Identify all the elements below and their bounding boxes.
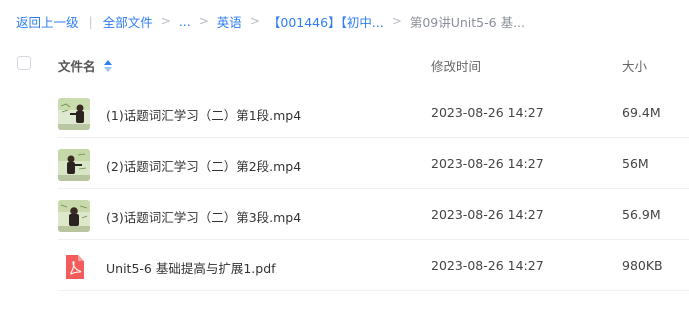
file-modified-time: 2023-08-26 14:27 (431, 207, 544, 222)
table-row[interactable]: Unit5-6 基础提高与扩展1.pdf 2023-08-26 14:27 98… (58, 241, 689, 291)
file-modified-time: 2023-08-26 14:27 (431, 105, 544, 120)
column-header-name[interactable]: 文件名 (58, 56, 112, 75)
back-link[interactable]: 返回上一级 (16, 12, 79, 31)
column-name-label: 文件名 (58, 59, 96, 74)
breadcrumb-current: 第09讲Unit5-6 基... (409, 14, 525, 30)
file-size: 980KB (622, 258, 663, 273)
file-size: 69.4M (622, 105, 661, 120)
column-header-size[interactable]: 大小 (622, 56, 647, 75)
video-thumbnail-icon (58, 200, 90, 232)
file-size: 56M (622, 156, 649, 171)
file-name[interactable]: (2)话题词汇学习（二）第2段.mp4 (106, 156, 301, 175)
table-row[interactable]: (3)话题词汇学习（二）第3段.mp4 2023-08-26 14:27 56.… (58, 190, 689, 240)
sort-ascending-icon[interactable] (103, 59, 112, 72)
breadcrumb-separator: | (88, 13, 93, 29)
breadcrumb-item-course[interactable]: 【001446】【初中... (268, 12, 384, 31)
file-size: 56.9M (622, 207, 661, 222)
pdf-icon (62, 251, 88, 283)
breadcrumb-ellipsis[interactable]: ... (179, 14, 191, 29)
column-header-time[interactable]: 修改时间 (431, 56, 481, 75)
chevron-right-icon: > (249, 14, 260, 28)
breadcrumb-root[interactable]: 全部文件 (103, 12, 153, 31)
file-name[interactable]: (3)话题词汇学习（二）第3段.mp4 (106, 207, 301, 226)
chevron-right-icon: > (160, 14, 171, 28)
file-name[interactable]: Unit5-6 基础提高与扩展1.pdf (106, 258, 276, 277)
file-name[interactable]: (1)话题词汇学习（二）第1段.mp4 (106, 105, 301, 124)
breadcrumb-item-english[interactable]: 英语 (217, 12, 242, 31)
table-row[interactable]: (2)话题词汇学习（二）第2段.mp4 2023-08-26 14:27 56M (58, 139, 689, 189)
chevron-right-icon: > (198, 14, 209, 28)
breadcrumb: 返回上一级 | 全部文件 > ... > 英语 > 【001446】【初中...… (16, 11, 525, 31)
file-modified-time: 2023-08-26 14:27 (431, 258, 544, 273)
table-row[interactable]: (1)话题词汇学习（二）第1段.mp4 2023-08-26 14:27 69.… (58, 88, 689, 138)
file-modified-time: 2023-08-26 14:27 (431, 156, 544, 171)
chevron-right-icon: > (391, 14, 402, 28)
video-thumbnail-icon (58, 98, 90, 130)
select-all-checkbox[interactable] (17, 56, 31, 70)
video-thumbnail-icon (58, 149, 90, 181)
table-header: 文件名 修改时间 大小 (0, 48, 689, 80)
